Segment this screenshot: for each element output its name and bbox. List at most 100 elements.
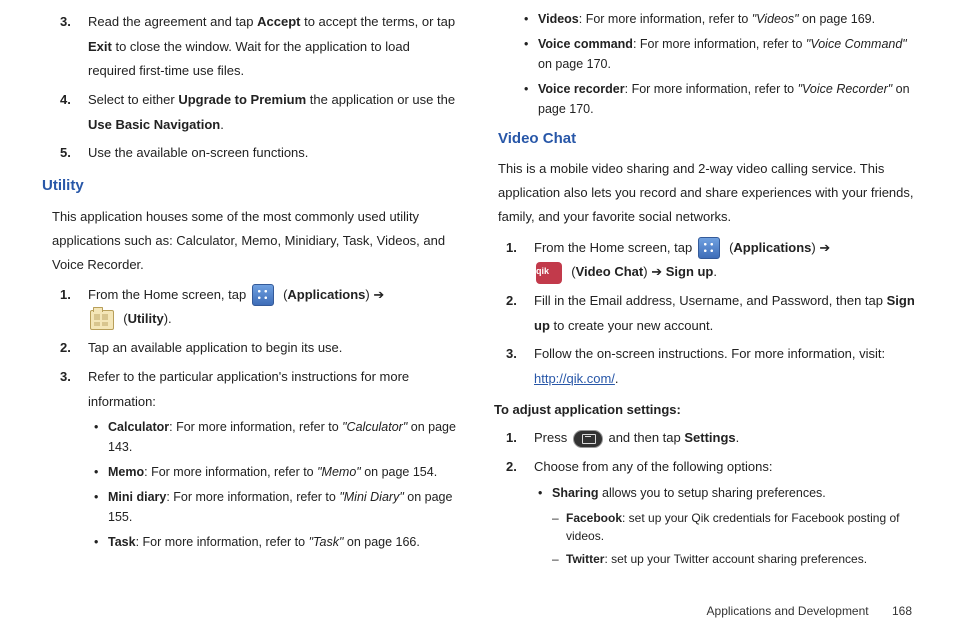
bold: Task	[108, 535, 136, 549]
italic: "Voice Recorder"	[798, 82, 893, 96]
bold: Videos	[538, 12, 579, 26]
arrow-icon: ➔	[373, 287, 384, 302]
arrow-icon: ➔	[651, 264, 662, 279]
text: Press	[534, 430, 571, 445]
bold: Applications	[733, 240, 811, 255]
utility-step-3: 3. Refer to the particular application's…	[38, 365, 460, 414]
bullet-body: Mini diary: For more information, refer …	[108, 488, 460, 527]
dash-mark: –	[552, 550, 566, 568]
bullet-task: • Task: For more information, refer to "…	[38, 533, 460, 552]
page-columns: 3. Read the agreement and tap Accept to …	[0, 10, 954, 573]
adj-step-1: 1. Press and then tap Settings.	[494, 426, 916, 451]
video-chat-heading: Video Chat	[498, 125, 916, 154]
bullet-sharing: • Sharing allows you to setup sharing pr…	[494, 484, 916, 503]
text: Fill in the Email address, Username, and…	[534, 293, 887, 308]
italic: "Mini Diary"	[339, 490, 403, 504]
step-4: 4. Select to either Upgrade to Premium t…	[38, 88, 460, 137]
text: : For more information, refer to	[144, 465, 317, 479]
dash-body: Facebook: set up your Qik credentials fo…	[566, 509, 916, 545]
bullet-body: Videos: For more information, refer to "…	[538, 10, 875, 29]
text: : For more information, refer to	[633, 37, 806, 51]
right-column: • Videos: For more information, refer to…	[494, 10, 916, 573]
vc-step-1: 1. From the Home screen, tap (Applicatio…	[494, 236, 916, 285]
step-number: 3.	[60, 10, 88, 84]
text: on page 154.	[361, 465, 437, 479]
text: From the Home screen, tap	[534, 240, 696, 255]
text: on page 170.	[538, 57, 611, 71]
footer-section: Applications and Development	[707, 604, 869, 618]
text: to close the window. Wait for the applic…	[88, 39, 410, 79]
text: : For more information, refer to	[625, 82, 798, 96]
utility-intro: This application houses some of the most…	[52, 205, 460, 277]
step-3: 3. Read the agreement and tap Accept to …	[38, 10, 460, 84]
bullet-voice-command: • Voice command: For more information, r…	[494, 35, 916, 74]
bullet-dot: •	[524, 80, 538, 119]
text: : For more information, refer to	[579, 12, 752, 26]
utility-step-1: 1. From the Home screen, tap (Applicatio…	[38, 283, 460, 332]
qik-icon: qik	[536, 262, 562, 284]
step-body: Tap an available application to begin it…	[88, 336, 460, 361]
text: allows you to setup sharing preferences.	[599, 486, 826, 500]
bold: Voice recorder	[538, 82, 625, 96]
step-number: 1.	[506, 236, 534, 285]
bullet-body: Voice command: For more information, ref…	[538, 35, 916, 74]
text: : For more information, refer to	[169, 420, 342, 434]
bullet-voice-recorder: • Voice recorder: For more information, …	[494, 80, 916, 119]
text: From the Home screen, tap	[88, 287, 250, 302]
text: .	[220, 117, 224, 132]
bullet-body: Sharing allows you to setup sharing pref…	[552, 484, 826, 503]
page-number: 168	[892, 604, 912, 618]
page-footer: Applications and Development 168	[707, 604, 912, 618]
bullet-dot: •	[94, 533, 108, 552]
step-5: 5. Use the available on-screen functions…	[38, 141, 460, 166]
bullet-calculator: • Calculator: For more information, refe…	[38, 418, 460, 457]
step-number: 1.	[60, 283, 88, 332]
bold: Exit	[88, 39, 112, 54]
text: : For more information, refer to	[166, 490, 339, 504]
applications-icon	[698, 237, 720, 259]
bullet-videos: • Videos: For more information, refer to…	[494, 10, 916, 29]
bullet-body: Memo: For more information, refer to "Me…	[108, 463, 437, 482]
vc-step-3: 3. Follow the on-screen instructions. Fo…	[494, 342, 916, 391]
left-column: 3. Read the agreement and tap Accept to …	[38, 10, 460, 573]
bold: Accept	[257, 14, 300, 29]
bold: Upgrade to Premium	[178, 92, 306, 107]
bullet-dot: •	[94, 488, 108, 527]
step-number: 4.	[60, 88, 88, 137]
step-body: Use the available on-screen functions.	[88, 141, 460, 166]
qik-link[interactable]: http://qik.com/	[534, 371, 615, 386]
step-body: From the Home screen, tap (Applications)…	[534, 236, 916, 285]
step-body: Press and then tap Settings.	[534, 426, 916, 451]
text: and then tap	[608, 430, 684, 445]
dash-facebook: – Facebook: set up your Qik credentials …	[494, 509, 916, 545]
italic: "Calculator"	[342, 420, 407, 434]
adjust-settings-heading: To adjust application settings:	[494, 398, 916, 423]
bold: Memo	[108, 465, 144, 479]
italic: "Videos"	[752, 12, 799, 26]
text: on page 166.	[343, 535, 419, 549]
step-body: Follow the on-screen instructions. For m…	[534, 342, 916, 391]
bold: Use Basic Navigation	[88, 117, 220, 132]
text: on page 169.	[799, 12, 875, 26]
arrow-icon: ➔	[819, 240, 830, 255]
step-number: 3.	[60, 365, 88, 414]
bold: Utility	[128, 311, 164, 326]
text: to create your new account.	[550, 318, 713, 333]
bold: Mini diary	[108, 490, 166, 504]
text: Follow the on-screen instructions. For m…	[534, 346, 885, 361]
bold: Applications	[287, 287, 365, 302]
step-body: Read the agreement and tap Accept to acc…	[88, 10, 460, 84]
step-number: 5.	[60, 141, 88, 166]
step-body: Select to either Upgrade to Premium the …	[88, 88, 460, 137]
step-body: From the Home screen, tap (Applications)…	[88, 283, 460, 332]
bold: Sign up	[666, 264, 714, 279]
applications-icon	[252, 284, 274, 306]
dash-twitter: – Twitter: set up your Twitter account s…	[494, 550, 916, 568]
utility-heading: Utility	[42, 172, 460, 201]
text: : set up your Twitter account sharing pr…	[604, 552, 867, 566]
bold: Twitter	[566, 552, 604, 566]
step-body: Refer to the particular application's in…	[88, 365, 460, 414]
text: the application or use the	[306, 92, 455, 107]
utility-step-2: 2. Tap an available application to begin…	[38, 336, 460, 361]
step-number: 3.	[506, 342, 534, 391]
